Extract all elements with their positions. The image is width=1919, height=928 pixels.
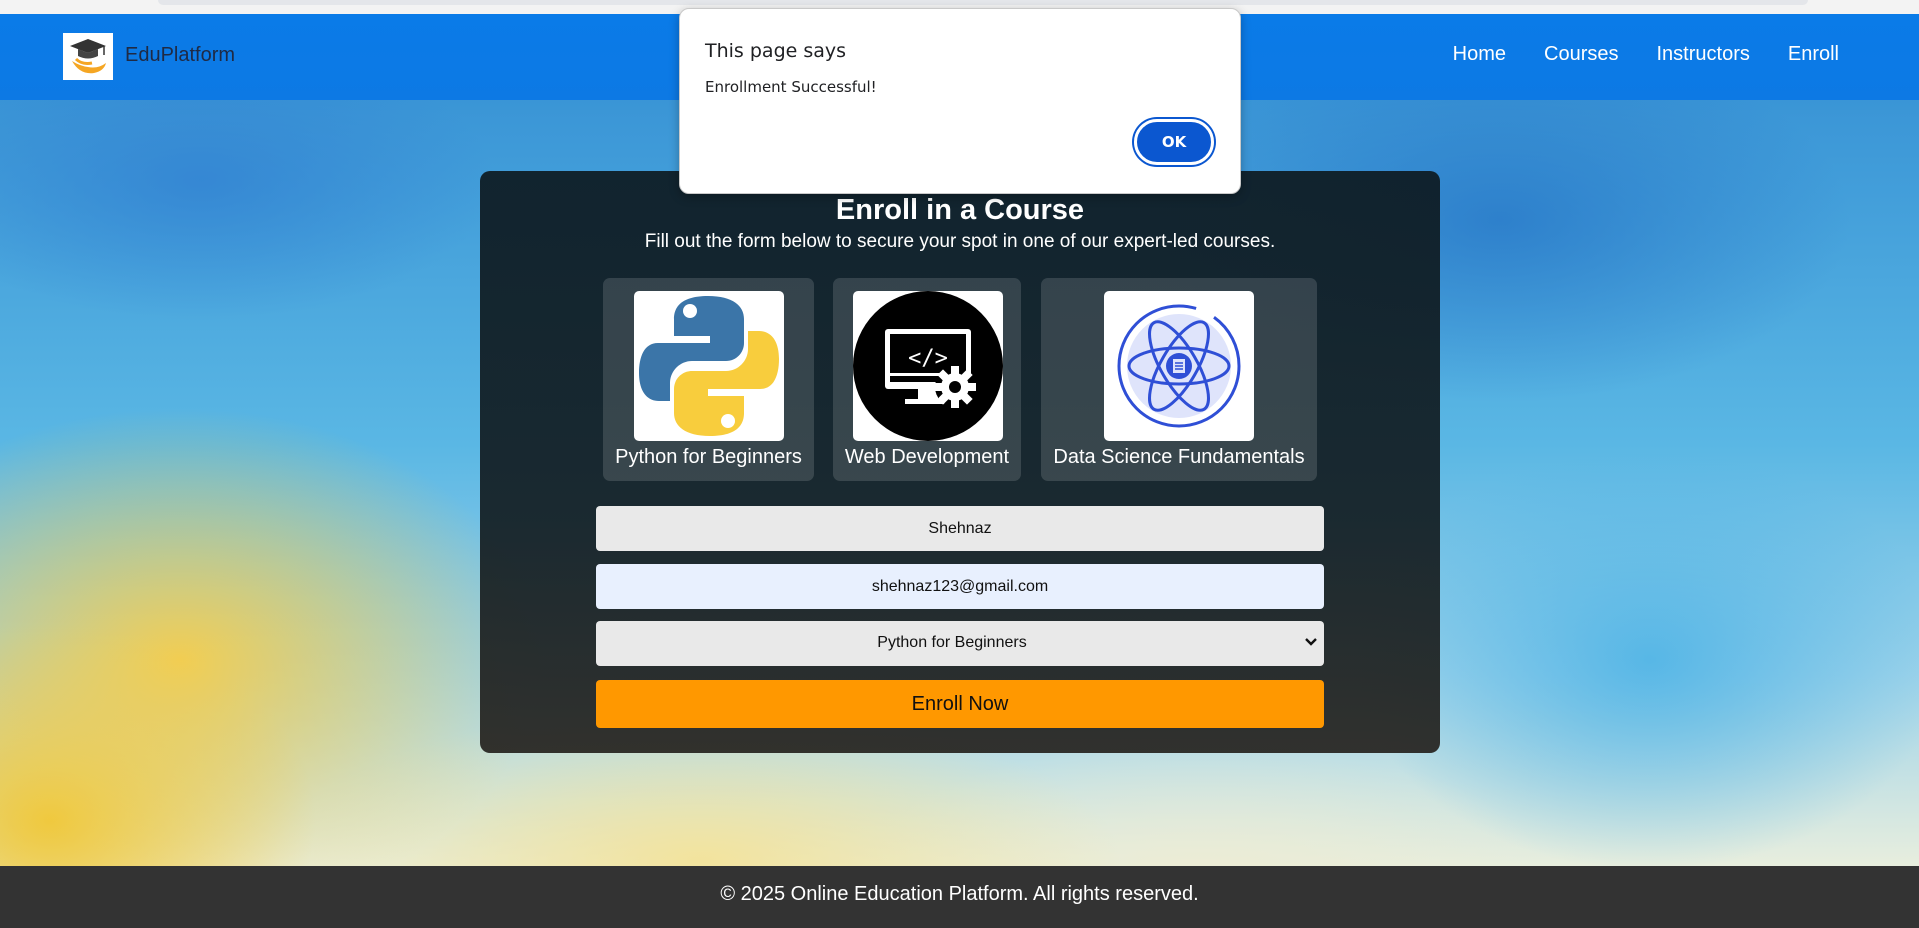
page-subtitle: Fill out the form below to secure your s… — [644, 231, 1276, 252]
python-logo-icon — [639, 296, 779, 436]
dialog-ok-button[interactable]: OK — [1134, 119, 1214, 165]
enroll-card: Enroll in a Course Fill out the form bel… — [480, 171, 1440, 753]
atom-icon — [1117, 304, 1241, 428]
course-label-webdev: Web Development — [844, 446, 1010, 468]
course-image-datascience — [1104, 291, 1254, 441]
graduation-cap-hand-icon — [70, 38, 106, 73]
course-select-value: Python for Beginners — [877, 634, 1027, 651]
name-field[interactable] — [596, 506, 1324, 551]
email-field[interactable] — [596, 564, 1324, 609]
browser-bar — [158, 0, 1808, 5]
course-image-webdev: </> — [853, 291, 1003, 441]
site-logo[interactable] — [63, 33, 113, 80]
page-title: Enroll in a Course — [835, 194, 1085, 226]
enroll-now-button[interactable]: Enroll Now — [596, 680, 1324, 728]
course-card-webdev[interactable]: </> Web Development — [833, 278, 1021, 481]
site-footer: © 2025 Online Education Platform. All ri… — [0, 866, 1919, 928]
svg-text:</>: </> — [908, 346, 948, 371]
alert-dialog: This page says Enrollment Successful! OK — [679, 8, 1241, 194]
monitor-code-gear-icon: </> — [853, 291, 1003, 441]
course-label-python: Python for Beginners — [615, 446, 802, 468]
chevron-down-icon — [1305, 638, 1317, 646]
nav-courses[interactable]: Courses — [1544, 43, 1618, 66]
course-card-python[interactable]: Python for Beginners — [603, 278, 814, 481]
nav-home[interactable]: Home — [1453, 43, 1506, 66]
brand-name[interactable]: EduPlatform — [125, 44, 235, 67]
course-image-python — [634, 291, 784, 441]
course-card-datascience[interactable]: Data Science Fundamentals — [1041, 278, 1317, 481]
dialog-title: This page says — [705, 40, 847, 62]
course-label-datascience: Data Science Fundamentals — [1053, 446, 1305, 468]
main-nav: Home Courses Instructors Enroll — [1453, 43, 1839, 66]
footer-copyright: © 2025 Online Education Platform. All ri… — [720, 883, 1199, 905]
course-select[interactable]: Python for Beginners — [596, 621, 1324, 666]
dialog-message: Enrollment Successful! — [705, 78, 877, 96]
nav-enroll[interactable]: Enroll — [1788, 43, 1839, 66]
nav-instructors[interactable]: Instructors — [1657, 43, 1750, 66]
